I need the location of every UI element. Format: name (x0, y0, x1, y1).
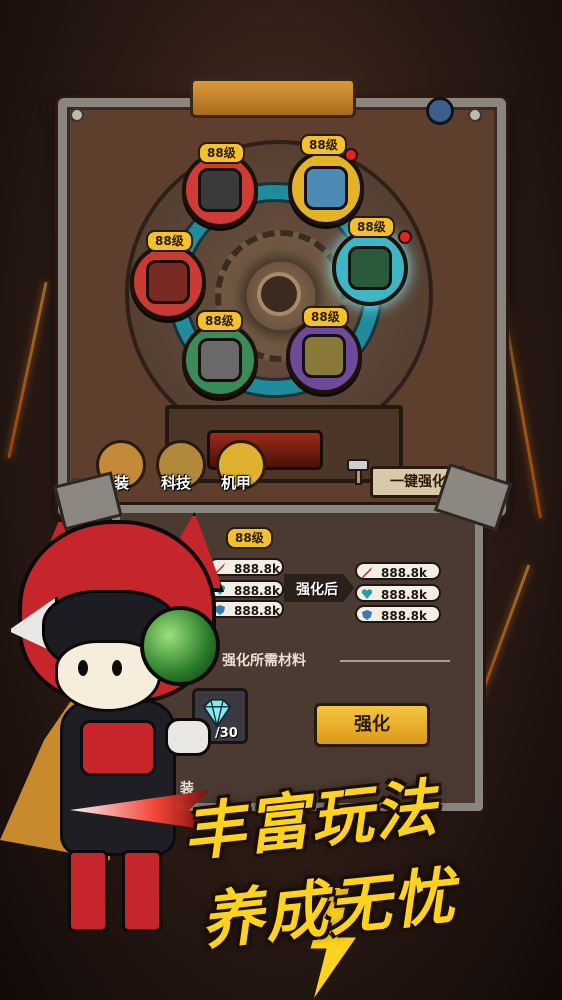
shield-icon (362, 610, 372, 620)
game-scene: 88级 88级 88级 88级 88级 88级 涂装 科技 机甲 一键强化 88… (0, 0, 562, 1000)
sword-icon (362, 567, 372, 578)
character-eye (78, 660, 88, 676)
node-green-orb-turret[interactable] (332, 230, 408, 306)
stat-value: 888.8k (381, 609, 427, 623)
node-level-badge: 88级 (198, 142, 245, 164)
stat-value: 888.8k (234, 562, 280, 576)
stat-value: 888.8k (234, 584, 280, 598)
rivet (468, 108, 482, 122)
heart-icon (361, 589, 373, 599)
tab-tech-label: 科技 (161, 474, 192, 492)
hammer-icon (347, 459, 369, 485)
shield-tower-icon (304, 166, 348, 210)
node-level-badge: 88级 (196, 310, 243, 332)
stat-value: 888.8k (234, 604, 280, 618)
materials-label: 强化所需材料 (222, 653, 306, 669)
character-eye (112, 660, 122, 676)
stat-value: 888.8k (381, 588, 427, 602)
detail-level-badge: 88级 (226, 527, 273, 549)
rivet (70, 108, 84, 122)
mortar-icon (146, 260, 190, 304)
stat-defense-before: 888.8k (208, 600, 284, 618)
background-lightning (7, 281, 48, 459)
character-helmet-gem (140, 606, 220, 686)
node-green-launcher[interactable] (182, 322, 258, 398)
node-level-badge: 88级 (300, 134, 347, 156)
alert-dot (344, 148, 358, 162)
enhance-button[interactable]: 强化 (314, 703, 430, 747)
node-level-badge: 88级 (302, 306, 349, 328)
character-arm (165, 718, 211, 756)
gear-core (257, 272, 301, 316)
character-leg (68, 850, 108, 932)
stat-value: 888.8k (381, 566, 427, 580)
node-purple-mech-claw[interactable] (286, 318, 362, 394)
cannon-icon (198, 168, 242, 212)
mech-claw-icon (302, 334, 346, 378)
node-level-badge: 88级 (348, 216, 395, 238)
character-leg (122, 850, 162, 932)
material-count: /30 (215, 726, 238, 741)
stat-attack-after: 888.8k (355, 562, 441, 580)
materials-divider (340, 660, 450, 662)
stat-defense-after: 888.8k (355, 605, 441, 623)
orb-turret-icon (348, 246, 392, 290)
character-chest-armor (80, 720, 156, 776)
alert-dot (398, 230, 412, 244)
corner-gem-icon (426, 97, 454, 125)
launcher-icon (198, 338, 242, 382)
stat-hp-after: 888.8k (355, 584, 441, 602)
panel-top-plate (190, 78, 356, 118)
tab-mecha-label: 机甲 (221, 474, 252, 492)
node-red-mortar[interactable] (130, 244, 206, 320)
stat-attack-before: 888.8k (208, 558, 284, 576)
after-enhance-label: 强化后 (296, 582, 338, 598)
node-level-badge: 88级 (146, 230, 193, 252)
